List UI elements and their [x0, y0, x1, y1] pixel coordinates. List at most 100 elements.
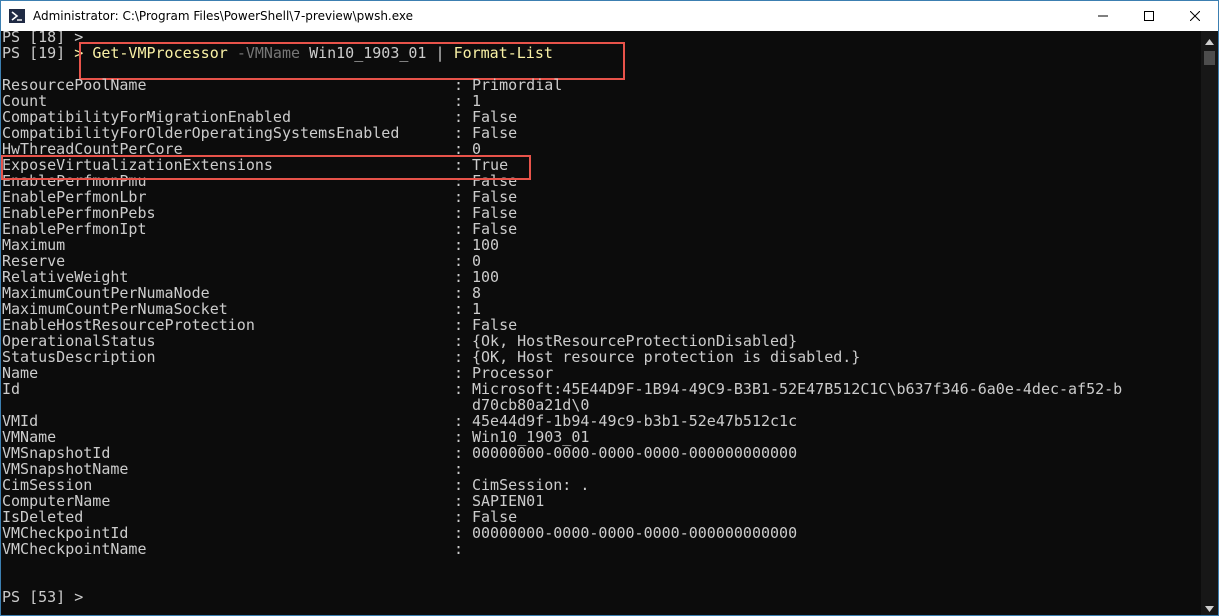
minimize-icon — [1098, 11, 1108, 21]
property-row: Reserve:0 — [2, 253, 481, 269]
close-icon — [1190, 11, 1200, 21]
property-row: VMSnapshotId:00000000-0000-0000-0000-000… — [2, 445, 797, 461]
prompt-label: PS [19] — [2, 44, 66, 62]
property-row: Count:1 — [2, 93, 481, 109]
property-value: False — [472, 124, 518, 142]
property-row: CompatibilityForMigrationEnabled: False — [2, 109, 517, 125]
property-separator: : — [454, 492, 464, 510]
property-separator: : — [454, 380, 464, 398]
property-separator: : — [454, 524, 464, 542]
property-separator: : — [454, 316, 464, 334]
property-separator: : — [454, 332, 464, 350]
terminal-window: Administrator: C:\Program Files\PowerShe… — [0, 0, 1219, 616]
property-value: SAPIEN01 — [472, 492, 545, 510]
property-separator: : — [454, 268, 464, 286]
property-row: Name: Processor — [2, 365, 553, 381]
property-row: ResourcePoolName: Primordial — [2, 77, 562, 93]
chevron-down-icon — [1205, 597, 1214, 616]
window-title: Administrator: C:\Program Files\PowerShe… — [33, 9, 414, 23]
property-value: False — [472, 204, 518, 222]
property-row: EnablePerfmonIpt: False — [2, 221, 517, 237]
property-separator: : — [454, 188, 464, 206]
property-value: CimSession: . — [472, 476, 590, 494]
property-value: {Ok, HostResourceProtectionDisabled} — [472, 332, 798, 350]
property-separator: : — [454, 76, 464, 94]
property-highlight-box — [1, 155, 531, 180]
property-separator: : — [454, 284, 464, 302]
property-value: 00000000-0000-0000-0000-000000000000 — [472, 444, 798, 462]
property-name: VMCheckpointName — [2, 540, 147, 558]
property-separator: : — [454, 412, 464, 430]
property-value: Microsoft:45E44D9F-1B94-49C9-B3B1-52E47B… — [472, 380, 1123, 398]
property-separator: : — [454, 92, 464, 110]
property-separator: : — [454, 300, 464, 318]
property-row: EnableHostResourceProtection: False — [2, 317, 517, 333]
console-output[interactable]: PS [18] > PS [19] > Get-VMProcessor -VMN… — [1, 31, 1201, 615]
property-separator: : — [454, 124, 464, 142]
property-value: 100 — [472, 236, 500, 254]
property-separator: : — [454, 540, 464, 558]
property-separator: : — [454, 428, 464, 446]
property-separator: : — [454, 476, 464, 494]
property-value: Win10_1903_01 — [472, 428, 590, 446]
property-row: StatusDescription: {OK, Host resource pro… — [2, 349, 860, 365]
property-value: 45e44d9f-1b94-49c9-b3b1-52e47b512c1c — [472, 412, 798, 430]
property-value: 0 — [472, 252, 482, 270]
property-value: False — [472, 508, 518, 526]
property-row: VMId:45e44d9f-1b94-49c9-b3b1-52e47b512c1… — [2, 413, 797, 429]
property-separator: : — [454, 444, 464, 462]
property-row: EnablePerfmonLbr: False — [2, 189, 517, 205]
property-separator: : — [454, 348, 464, 366]
minimize-button[interactable] — [1080, 1, 1126, 31]
property-value: 8 — [472, 284, 482, 302]
property-separator: : — [454, 204, 464, 222]
property-row: RelativeWeight:100 — [2, 269, 499, 285]
property-value: {OK, Host resource protection is disable… — [472, 348, 861, 366]
property-row: OperationalStatus: {Ok, HostResourceProte… — [2, 333, 797, 349]
powershell-icon — [9, 8, 25, 24]
property-row: Maximum:100 — [2, 237, 499, 253]
property-row: VMCheckpointId:00000000-0000-0000-0000-0… — [2, 525, 797, 541]
property-separator: : — [454, 252, 464, 270]
maximize-button[interactable] — [1126, 1, 1172, 31]
property-separator: : — [454, 508, 464, 526]
property-row: Id: Microsoft:45E44D9F-1B94-49C9-B3B1-52E… — [2, 380, 1122, 398]
close-button[interactable] — [1172, 1, 1218, 31]
title-bar[interactable]: Administrator: C:\Program Files\PowerShe… — [1, 1, 1218, 31]
property-separator: : — [454, 364, 464, 382]
prompt-line-previous: PS [18] > — [2, 31, 84, 46]
property-separator: : — [454, 220, 464, 238]
property-name: Id — [2, 380, 21, 398]
property-separator: : — [454, 460, 464, 478]
prompt-line-final: PS [53] > — [2, 588, 84, 606]
property-value: 100 — [472, 268, 500, 286]
property-value: False — [472, 316, 518, 334]
property-value: Processor — [472, 364, 554, 382]
property-value: 00000000-0000-0000-0000-000000000000 — [472, 524, 798, 542]
property-row: CompatibilityForOlderOperatingSystemsEna… — [2, 125, 517, 141]
property-value: False — [472, 220, 518, 238]
property-row: MaximumCountPerNumaNode:8 — [2, 285, 481, 301]
property-value: Primordial — [472, 76, 563, 94]
property-row: VMCheckpointName: — [2, 540, 463, 558]
vertical-scrollbar[interactable] — [1201, 31, 1218, 615]
property-value: 1 — [472, 92, 482, 110]
property-separator: : — [454, 108, 464, 126]
property-row: VMSnapshotName: — [2, 461, 463, 477]
property-value: 1 — [472, 300, 482, 318]
property-row: IsDeleted: False — [2, 509, 517, 525]
property-value: False — [472, 108, 518, 126]
property-row: MaximumCountPerNumaSocket:1 — [2, 301, 481, 317]
chevron-up-icon — [1205, 30, 1214, 49]
scroll-down-button[interactable] — [1201, 598, 1218, 615]
property-row: VMName: Win10_1903_01 — [2, 429, 589, 445]
scroll-up-button[interactable] — [1201, 31, 1218, 48]
property-row: ComputerName: SAPIEN01 — [2, 493, 544, 509]
property-row: CimSession: CimSession: . — [2, 477, 589, 493]
command-highlight-box — [79, 42, 625, 80]
property-value: d70cb80a21d\0 — [472, 396, 590, 414]
property-value: False — [472, 188, 518, 206]
scroll-thumb[interactable] — [1204, 51, 1215, 65]
maximize-icon — [1144, 11, 1154, 21]
property-row: EnablePerfmonPebs: False — [2, 205, 517, 221]
